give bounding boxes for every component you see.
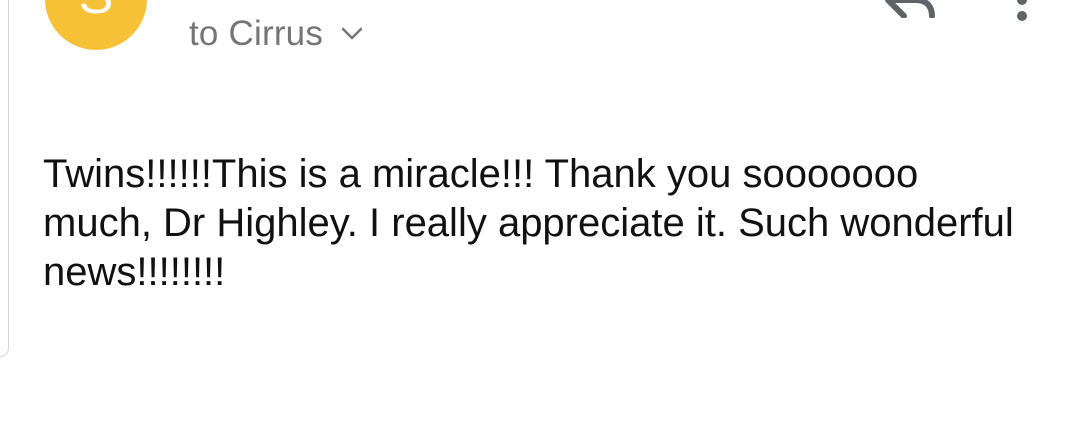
message-card-border [0,0,9,357]
reply-icon[interactable] [878,0,942,19]
avatar-initial: S [79,0,114,26]
sender-avatar[interactable]: S [45,0,147,50]
chevron-down-icon [341,27,363,46]
message-body: Twins!!!!!!This is a miracle!!! Thank yo… [43,152,1014,294]
more-vert-icon[interactable] [1008,0,1036,24]
recipient-label: to Cirrus [189,14,324,53]
email-message-view: S to Cirrus Twins!!!!!!This is a miracle… [0,0,1075,421]
recipient-details-toggle[interactable]: to Cirrus [189,14,363,54]
